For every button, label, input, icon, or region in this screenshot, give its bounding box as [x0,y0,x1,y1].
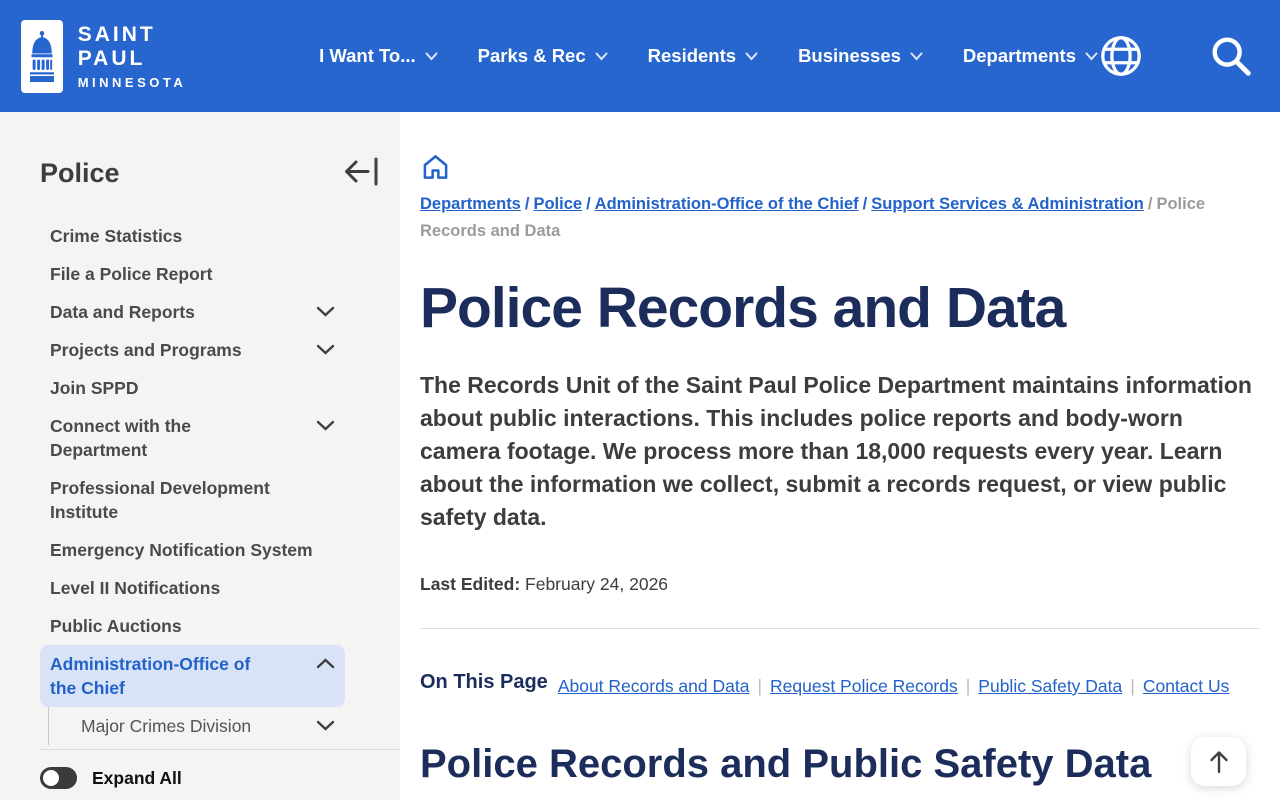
last-edited-label: Last Edited: [420,574,521,594]
capitol-building-icon [29,30,54,82]
section-divider [420,628,1260,629]
page-title: Police Records and Data [420,276,1066,340]
sidebar: Police Crime Statistics File a Police Re… [0,112,400,800]
sidebar-item-label: Data and Reports [50,302,195,322]
sidebar-item-public-auctions[interactable]: Public Auctions [40,607,345,645]
home-link[interactable] [420,152,451,191]
search-button[interactable] [1208,33,1254,79]
nav-item-departments[interactable]: Departments [963,45,1098,67]
up-arrow-icon [1209,750,1228,773]
on-this-page-separator: | [757,676,763,696]
sidebar-item-file-police-report[interactable]: File a Police Report [40,255,345,293]
chevron-down-icon [316,306,335,317]
site-header: SAINT PAUL MINNESOTA I Want To... Parks … [0,0,1280,112]
breadcrumb-link-administration-office-of-the-chief[interactable]: Administration-Office of the Chief [595,195,859,213]
sidebar-item-emergency-notification-system[interactable]: Emergency Notification System [40,531,345,569]
expand-all-row: Expand All [40,767,400,789]
sidebar-title: Police [40,157,120,188]
sidebar-item-administration-office-of-the-chief[interactable]: Administration-Office of the Chief [40,645,345,707]
nav-label: Departments [962,45,1076,66]
sidebar-item-crime-statistics[interactable]: Crime Statistics [40,217,345,255]
on-this-page-separator: | [965,676,971,696]
breadcrumb-link-support-services-administration[interactable]: Support Services & Administration [871,195,1144,213]
section-title: Police Records and Public Safety Data [420,742,1152,786]
breadcrumb: Departments / Police / Administration-Office… [420,152,1205,245]
nav-label: Residents [647,45,737,66]
nav-item-parks-rec[interactable]: Parks & Rec [478,45,608,67]
main-nav: I Want To... Parks & Rec Residents Busin… [319,45,1098,67]
chevron-down-icon [425,52,438,60]
brand-logo[interactable]: SAINT PAUL MINNESOTA [21,19,231,93]
breadcrumb-separator: / [586,195,591,213]
nav-label: Businesses [798,45,901,66]
chevron-down-icon [316,344,335,355]
on-this-page-separator: | [1130,676,1135,696]
collapse-left-icon [345,157,378,186]
last-edited: Last Edited: February 24, 2026 [420,574,1260,595]
search-icon [1212,37,1251,76]
nav-label: I Want To... [319,45,416,66]
chevron-down-icon [316,720,335,731]
chevron-down-icon [1085,52,1098,60]
on-this-page-link-about-records-and-data[interactable]: About Records and Data [558,676,750,696]
chevron-down-icon [595,52,608,60]
sidebar-item-major-crimes-division[interactable]: Major Crimes Division [48,707,345,745]
on-this-page-link-public-safety-data[interactable]: Public Safety Data [978,676,1122,696]
home-icon [423,155,448,179]
on-this-page-link-request-police-records[interactable]: Request Police Records [770,676,958,696]
breadcrumb-link-police[interactable]: Police [533,195,582,213]
sidebar-nav: Crime Statistics File a Police Report Da… [40,217,400,750]
sidebar-item-data-and-reports[interactable]: Data and Reports [40,293,345,331]
logo-box [21,19,63,93]
header-icons [1098,33,1254,79]
on-this-page-label: On This Page [420,671,548,693]
sidebar-item-projects-and-programs[interactable]: Projects and Programs [40,331,345,369]
chevron-up-icon [316,658,335,669]
breadcrumb-separator: / [1147,195,1153,213]
last-edited-value: February 24, 2026 [525,574,669,594]
sidebar-item-connect-with-department[interactable]: Connect with the Department [40,407,345,469]
brand-city: SAINT PAUL [77,22,156,70]
breadcrumb-separator: / [524,195,530,213]
nav-label: Parks & Rec [477,45,586,66]
main-content: Departments / Police / Administration-Office… [400,112,1280,800]
nav-item-residents[interactable]: Residents [648,45,758,67]
scroll-top-button[interactable] [1191,737,1246,786]
brand-name: SAINT PAUL MINNESOTA [78,23,231,90]
chevron-down-icon [316,420,335,431]
globe-icon [1101,36,1141,76]
sidebar-item-label: Public Auctions [50,616,182,636]
sidebar-item-label: Connect with the Department [50,416,191,460]
sidebar-item-label: Professional Development Institute [50,478,270,522]
page: SAINT PAUL MINNESOTA I Want To... Parks … [0,0,1280,800]
expand-all-label: Expand All [92,767,182,788]
sidebar-item-join-sppd[interactable]: Join SPPD [40,369,345,407]
nav-item-businesses[interactable]: Businesses [798,45,923,67]
nav-item-i-want-to[interactable]: I Want To... [319,45,438,67]
sidebar-item-label: File a Police Report [50,264,213,284]
expand-all-toggle[interactable] [40,767,77,789]
sidebar-collapse-button[interactable] [339,155,380,191]
intro-paragraph: The Records Unit of the Saint Paul Polic… [420,372,1252,530]
chevron-down-icon [745,52,758,60]
on-this-page: On This Page About Records and Data | Requ… [420,671,1260,702]
brand-state: MINNESOTA [77,74,187,90]
sidebar-item-label: Crime Statistics [50,226,183,246]
sidebar-item-label: Join SPPD [50,378,139,398]
sidebar-item-label: Emergency Notification System [50,540,313,560]
sidebar-item-level-ii-notifications[interactable]: Level II Notifications [40,569,345,607]
sidebar-item-label: Administration-Office of the Chief [50,654,251,698]
sidebar-item-label: Level II Notifications [50,578,221,598]
toggle-knob [43,770,59,786]
breadcrumb-link-departments[interactable]: Departments [420,195,521,213]
on-this-page-link-contact-us[interactable]: Contact Us [1143,676,1230,696]
breadcrumb-separator: / [862,195,868,213]
sidebar-item-label: Projects and Programs [50,340,242,360]
on-this-page-links: About Records and Data | Request Police Re… [558,671,1230,702]
language-globe-button[interactable] [1098,33,1144,79]
sidebar-item-label: Major Crimes Division [81,716,252,736]
sidebar-item-professional-development-institute[interactable]: Professional Development Institute [40,469,345,531]
chevron-down-icon [910,52,923,60]
